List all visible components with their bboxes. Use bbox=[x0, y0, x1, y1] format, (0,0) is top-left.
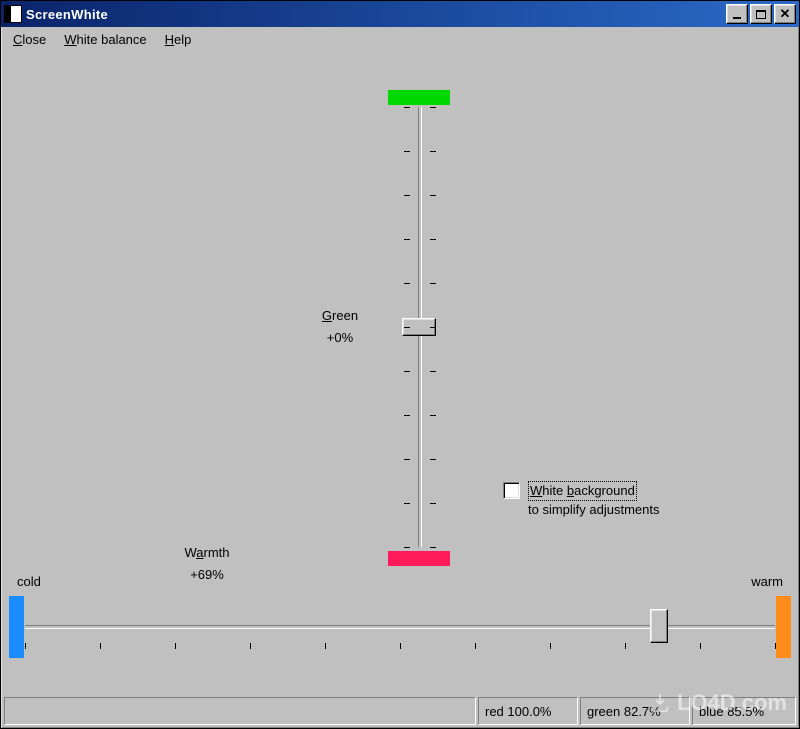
slider-tick bbox=[100, 643, 101, 649]
slider-tick bbox=[25, 643, 26, 649]
status-pane-blue: blue 85.5% bbox=[692, 697, 796, 725]
slider-tick bbox=[404, 239, 410, 240]
slider-tick bbox=[625, 643, 626, 649]
menu-close[interactable]: Close bbox=[13, 32, 46, 47]
slider-tick bbox=[430, 283, 436, 284]
status-pane-empty bbox=[4, 697, 476, 725]
slider-tick bbox=[404, 371, 410, 372]
slider-tick bbox=[430, 503, 436, 504]
white-background-option[interactable]: White background to simplify adjustments bbox=[503, 481, 660, 519]
green-swatch bbox=[388, 90, 450, 105]
slider-tick bbox=[700, 643, 701, 649]
slider-tick bbox=[430, 151, 436, 152]
magenta-swatch bbox=[388, 551, 450, 566]
status-pane-red: red 100.0% bbox=[478, 697, 578, 725]
maximize-icon bbox=[756, 10, 766, 19]
window-title: ScreenWhite bbox=[26, 7, 726, 22]
minimize-button[interactable] bbox=[726, 4, 748, 24]
slider-tick bbox=[404, 195, 410, 196]
slider-tick bbox=[404, 503, 410, 504]
green-slider[interactable] bbox=[408, 107, 432, 547]
menu-white-balance[interactable]: White balance bbox=[64, 32, 146, 47]
slider-tick bbox=[250, 643, 251, 649]
slider-tick bbox=[404, 107, 410, 108]
cold-label: cold bbox=[17, 574, 41, 589]
warm-swatch bbox=[776, 596, 791, 658]
slider-tick bbox=[430, 239, 436, 240]
slider-tick bbox=[550, 643, 551, 649]
warmth-slider[interactable] bbox=[25, 615, 775, 639]
warmth-slider-value: +69% bbox=[147, 564, 267, 586]
green-slider-value: +0% bbox=[295, 327, 385, 349]
window-controls: ✕ bbox=[726, 4, 796, 24]
slider-tick bbox=[430, 547, 436, 548]
warmth-slider-thumb[interactable] bbox=[650, 609, 668, 643]
slider-tick bbox=[475, 643, 476, 649]
close-icon: ✕ bbox=[780, 6, 791, 22]
cold-swatch bbox=[9, 596, 24, 658]
status-pane-green: green 82.7% bbox=[580, 697, 690, 725]
slider-tick bbox=[325, 643, 326, 649]
statusbar: red 100.0% green 82.7% blue 85.5% bbox=[4, 697, 796, 725]
close-button[interactable]: ✕ bbox=[774, 4, 796, 24]
slider-tick bbox=[430, 459, 436, 460]
slider-tick bbox=[775, 643, 776, 649]
warmth-label-block: Warmth +69% bbox=[147, 542, 267, 586]
slider-tick bbox=[430, 107, 436, 108]
minimize-icon bbox=[733, 17, 741, 19]
green-slider-label: Green bbox=[295, 305, 385, 327]
slider-tick bbox=[404, 151, 410, 152]
client-area: Green +0% White background to simplify a… bbox=[5, 53, 795, 692]
app-window: ScreenWhite ✕ Close White balance Help G… bbox=[0, 0, 800, 729]
slider-tick bbox=[404, 327, 410, 328]
app-icon bbox=[4, 5, 22, 23]
menu-help[interactable]: Help bbox=[165, 32, 192, 47]
maximize-button[interactable] bbox=[750, 4, 772, 24]
slider-tick bbox=[175, 643, 176, 649]
menubar: Close White balance Help bbox=[1, 27, 799, 51]
white-background-label: White background to simplify adjustments bbox=[528, 481, 660, 519]
slider-tick bbox=[430, 415, 436, 416]
slider-tick bbox=[404, 459, 410, 460]
slider-tick bbox=[430, 371, 436, 372]
slider-tick bbox=[430, 327, 436, 328]
warmth-slider-label: Warmth bbox=[147, 542, 267, 564]
slider-tick bbox=[400, 643, 401, 649]
titlebar: ScreenWhite ✕ bbox=[1, 1, 799, 27]
warm-label: warm bbox=[751, 574, 783, 589]
slider-tick bbox=[404, 283, 410, 284]
white-background-label-line2: to simplify adjustments bbox=[528, 502, 660, 517]
slider-tick bbox=[404, 547, 410, 548]
green-slider-label-block: Green +0% bbox=[295, 305, 385, 349]
white-background-checkbox[interactable] bbox=[503, 482, 520, 499]
slider-tick bbox=[404, 415, 410, 416]
slider-tick bbox=[430, 195, 436, 196]
